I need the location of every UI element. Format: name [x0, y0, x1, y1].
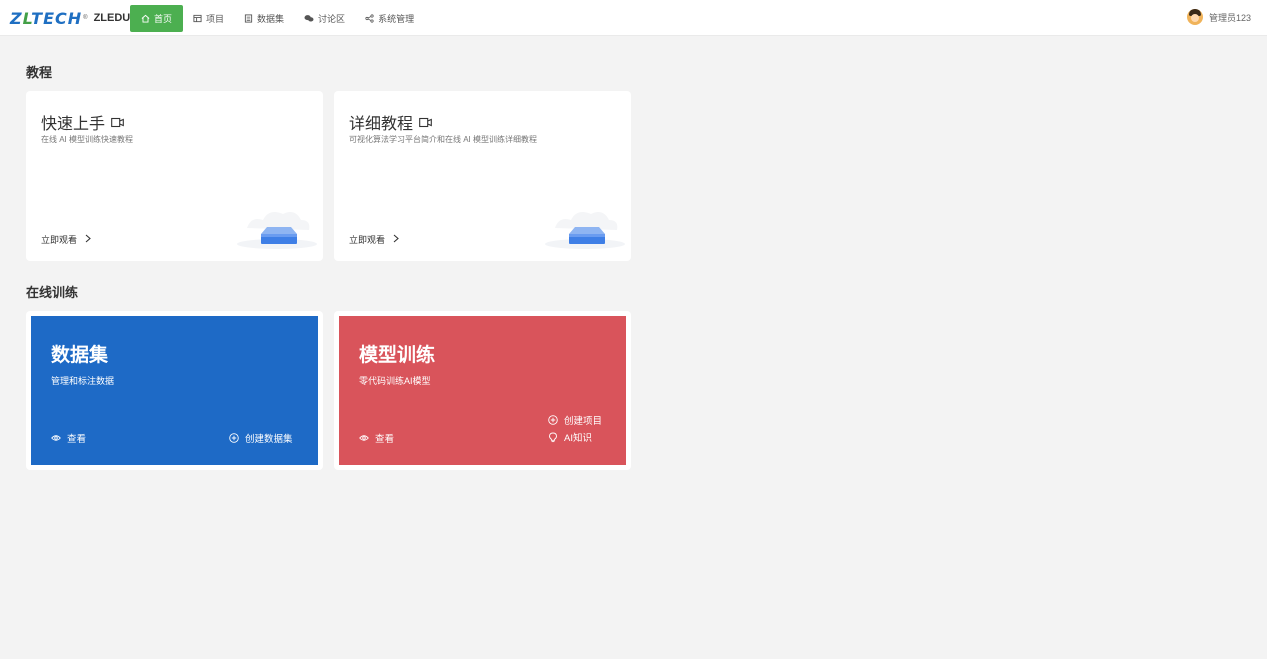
watch-now-link[interactable]: 立即观看 — [349, 233, 399, 246]
nav-item-project[interactable]: 项目 — [183, 5, 234, 32]
button-label: 创建项目 — [564, 416, 603, 427]
eye-icon — [51, 434, 61, 442]
link-label: 立即观看 — [41, 235, 78, 245]
plus-circle-icon — [548, 415, 558, 425]
logo-mark: ZLTECH — [10, 8, 83, 28]
nav-label: 讨论区 — [318, 14, 346, 24]
panel-description: 零代码训练AI模型 — [359, 376, 431, 386]
avatar — [1186, 9, 1203, 25]
nav-item-forum[interactable]: 讨论区 — [294, 5, 355, 32]
view-models-button[interactable]: 查看 — [359, 431, 394, 445]
nav-label: 数据集 — [257, 14, 285, 24]
section-title-training: 在线训练 — [26, 285, 79, 300]
top-header: ZLTECH ® ZLEDU 首页 项目 数据集 讨论区 系统管理 管理员123 — [0, 0, 1267, 36]
eye-icon — [359, 434, 369, 442]
training-card-model: 模型训练 零代码训练AI模型 查看 创建项目 AI知识 — [334, 311, 631, 470]
section-title-tutorials: 教程 — [26, 65, 53, 80]
nav-label: 系统管理 — [378, 14, 415, 24]
empty-box-illustration — [537, 198, 627, 255]
card-title-text: 快速上手 — [41, 116, 106, 133]
button-label: 查看 — [67, 434, 87, 445]
button-label: 创建数据集 — [245, 434, 293, 445]
nav-item-dataset[interactable]: 数据集 — [234, 5, 294, 32]
user-name: 管理员123 — [1208, 12, 1251, 23]
plus-circle-icon — [229, 433, 239, 443]
button-label: AI知识 — [564, 433, 592, 444]
link-label: 立即观看 — [349, 235, 386, 245]
card-description: 在线 AI 模型训练快速教程 — [41, 135, 134, 144]
create-dataset-button[interactable]: 创建数据集 — [229, 431, 293, 445]
nav-item-home[interactable]: 首页 — [130, 5, 184, 32]
watch-now-link[interactable]: 立即观看 — [41, 233, 91, 246]
nav-label: 项目 — [206, 14, 225, 24]
logo[interactable]: ZLTECH ® ZLEDU — [10, 8, 130, 28]
home-icon — [141, 14, 150, 23]
main-nav: 首页 项目 数据集 讨论区 系统管理 — [130, 5, 424, 32]
video-icon — [111, 117, 124, 128]
button-label: 查看 — [375, 434, 395, 445]
panel-title: 模型训练 — [359, 345, 436, 366]
user-menu[interactable]: 管理员123 — [1186, 9, 1251, 25]
empty-box-illustration — [229, 198, 319, 255]
chevron-right-icon — [85, 234, 91, 246]
chat-icon — [304, 14, 314, 23]
lightbulb-icon — [548, 432, 558, 443]
create-project-button[interactable]: 创建项目 — [548, 413, 602, 427]
ai-knowledge-button[interactable]: AI知识 — [548, 430, 592, 444]
tutorial-card-quickstart[interactable]: 快速上手 在线 AI 模型训练快速教程 立即观看 — [26, 91, 323, 261]
card-description: 可视化算法学习平台简介和在线 AI 模型训练详细教程 — [349, 135, 538, 144]
dataset-icon — [244, 14, 253, 23]
view-dataset-button[interactable]: 查看 — [51, 431, 86, 445]
chevron-right-icon — [393, 234, 399, 246]
card-title: 快速上手 — [41, 110, 124, 134]
video-icon — [419, 117, 432, 128]
logo-text: ZLEDU — [93, 12, 131, 24]
card-title: 详细教程 — [349, 110, 432, 134]
tutorial-card-detailed[interactable]: 详细教程 可视化算法学习平台简介和在线 AI 模型训练详细教程 立即观看 — [334, 91, 631, 261]
training-card-dataset: 数据集 管理和标注数据 查看 创建数据集 — [26, 311, 323, 470]
share-icon — [365, 14, 374, 23]
dataset-panel[interactable]: 数据集 管理和标注数据 查看 创建数据集 — [31, 316, 318, 465]
nav-item-system[interactable]: 系统管理 — [355, 5, 424, 32]
model-training-panel[interactable]: 模型训练 零代码训练AI模型 查看 创建项目 AI知识 — [339, 316, 626, 465]
panel-description: 管理和标注数据 — [51, 376, 115, 386]
nav-label: 首页 — [154, 14, 173, 24]
project-icon — [193, 14, 202, 23]
card-title-text: 详细教程 — [349, 116, 414, 133]
logo-registered: ® — [83, 15, 88, 21]
panel-title: 数据集 — [51, 345, 109, 366]
